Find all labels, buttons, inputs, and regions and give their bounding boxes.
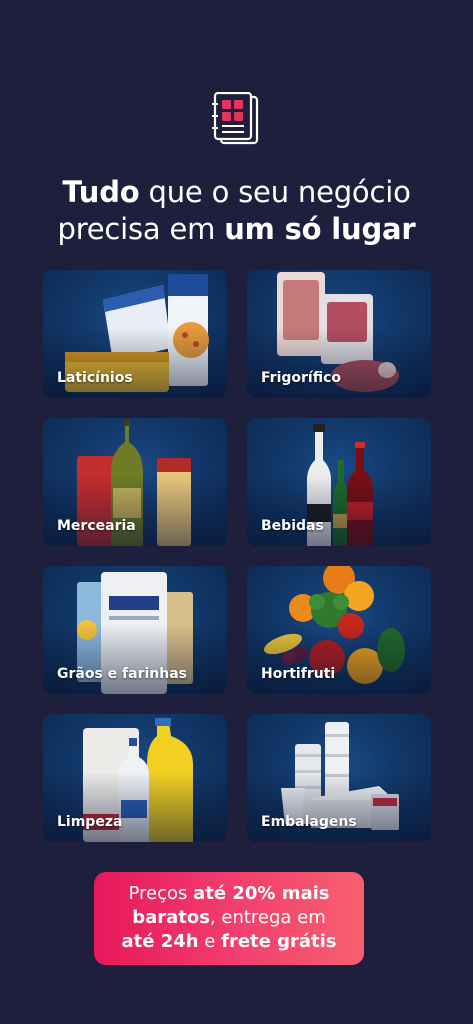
category-card-mercearia[interactable]: Mercearia [43, 418, 227, 546]
promo-bold-4: frete grátis [221, 931, 337, 952]
category-label: Embalagens [261, 814, 357, 830]
category-card-graos-e-farinhas[interactable]: Grãos e farinhas [43, 566, 227, 694]
category-label: Mercearia [57, 518, 136, 534]
category-label: Bebidas [261, 518, 324, 534]
category-card-hortifruti[interactable]: Hortifruti [247, 566, 431, 694]
promo-bold-3: até 24h [121, 931, 199, 952]
promo-text-2: , entrega em [209, 907, 326, 928]
category-card-frigorifico[interactable]: Frigorífico [247, 270, 431, 398]
page-title: Tudo que o seu negócio precisa em um só … [0, 174, 473, 248]
onboarding-screen: Tudo que o seu negócio precisa em um só … [0, 0, 473, 1024]
promo-text-1: Preços [128, 883, 194, 904]
category-card-bebidas[interactable]: Bebidas [247, 418, 431, 546]
headline-bold-1: Tudo [62, 175, 140, 209]
promo-bold-1: até 20% mais [193, 883, 330, 904]
category-label: Hortifruti [261, 666, 336, 682]
promo-text-3: e [198, 931, 222, 952]
category-label: Laticínios [57, 370, 133, 386]
promo-bold-2: baratos [132, 907, 210, 928]
category-card-embalagens[interactable]: Embalagens [247, 714, 431, 842]
category-card-laticinios[interactable]: Laticínios [43, 270, 227, 398]
catalog-icon [212, 92, 259, 145]
category-label: Limpeza [57, 814, 123, 830]
headline-text-2: precisa em [57, 212, 225, 246]
category-label: Grãos e farinhas [57, 666, 187, 682]
headline-bold-2: um só lugar [224, 212, 416, 246]
promo-banner: Preços até 20% mais baratos, entrega em … [94, 872, 364, 965]
category-card-limpeza[interactable]: Limpeza [43, 714, 227, 842]
category-label: Frigorífico [261, 370, 342, 386]
headline-text-1: que o seu negócio [139, 175, 411, 209]
